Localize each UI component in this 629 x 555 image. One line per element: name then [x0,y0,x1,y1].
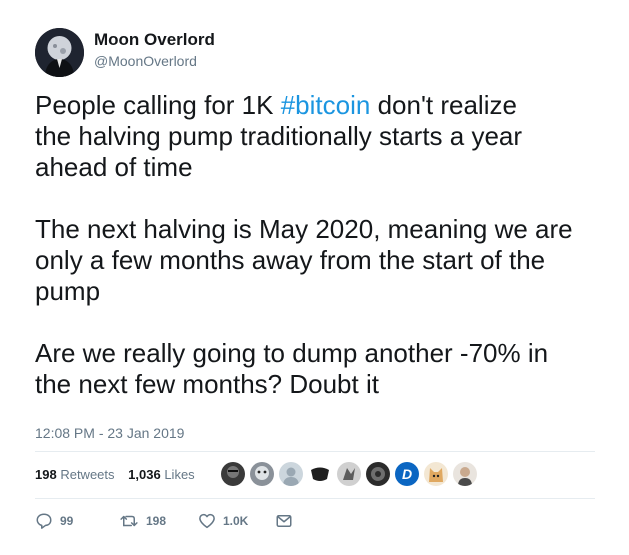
liker-avatar[interactable] [452,461,478,487]
retweets-count: 198 [35,467,57,482]
retweet-button[interactable]: 198 [119,512,166,530]
retweets-stat[interactable]: 198 Retweets [35,467,115,482]
avatar-default-person-icon [279,462,303,486]
tweet-text: People calling for 1K #bitcoin don't rea… [35,90,610,400]
avatar-round-logo-icon [366,462,390,486]
author-avatar[interactable] [35,28,84,77]
retweet-count: 198 [146,514,167,528]
divider [35,451,595,452]
tweet-stats: 198 Retweets 1,036 Likes [35,467,205,482]
tweet-line: the next few months? Doubt it [35,369,379,399]
likes-count: 1,036 [128,467,161,482]
avatar-dark-face-icon [221,462,245,486]
svg-text:D: D [402,466,412,482]
likes-stat[interactable]: 1,036 Likes [128,467,195,482]
liker-avatar[interactable] [423,461,449,487]
avatar-digibyte-logo-icon: D [395,462,419,486]
moon-overlord-avatar-icon [35,28,84,77]
liker-avatar[interactable] [336,461,362,487]
tweet-paragraph: Are we really going to dump another -70%… [35,338,610,400]
avatar-shiba-dog-icon [424,462,448,486]
liker-avatars: D [220,461,481,489]
liker-avatar[interactable] [220,461,246,487]
avatar-cartoon-icon [250,462,274,486]
reply-count: 99 [60,514,74,528]
avatar-person-photo-icon [453,462,477,486]
tweet-line: People calling for 1K #bitcoin don't rea… [35,90,610,121]
tweet-text-segment: don't realize [370,90,517,120]
liker-avatar[interactable]: D [394,461,420,487]
tweet-paragraph: People calling for 1K #bitcoin don't rea… [35,90,610,183]
author-name[interactable]: Moon Overlord [94,30,215,50]
like-button[interactable]: 1.0K [198,512,248,530]
retweet-icon [120,515,138,527]
tweet-line: ahead of time [35,152,193,182]
liker-avatar[interactable] [307,461,333,487]
tweet-line: the halving pump traditionally starts a … [35,121,523,151]
divider [35,498,595,499]
tweet-paragraph: The next halving is May 2020, meaning we… [35,214,610,307]
tweet-line: The next halving is May 2020, meaning we… [35,214,573,244]
tweet-text-segment: People calling for 1K [35,90,281,120]
reply-button[interactable]: 99 [35,512,73,530]
envelope-icon [276,515,292,527]
tweet-line: pump [35,276,101,306]
tweet-timestamp[interactable]: 12:08 PM - 23 Jan 2019 [35,425,184,441]
tweet-card: Moon Overlord @MoonOverlord People calli… [0,0,629,555]
likes-label: Likes [164,467,195,482]
liker-avatar[interactable] [365,461,391,487]
direct-message-button[interactable] [275,512,293,530]
avatar-black-mask-icon [308,462,332,486]
author-handle[interactable]: @MoonOverlord [94,53,197,69]
reply-icon [36,513,52,529]
tweet-line: Are we really going to dump another -70%… [35,338,549,368]
retweets-label: Retweets [60,467,115,482]
tweet-line: only a few months away from the start of… [35,245,546,275]
liker-avatar[interactable] [249,461,275,487]
avatar-grey-bird-icon [337,462,361,486]
like-count: 1.0K [223,514,249,528]
hashtag-link[interactable]: #bitcoin [281,90,371,120]
liker-avatar[interactable] [278,461,304,487]
heart-icon [199,513,215,529]
